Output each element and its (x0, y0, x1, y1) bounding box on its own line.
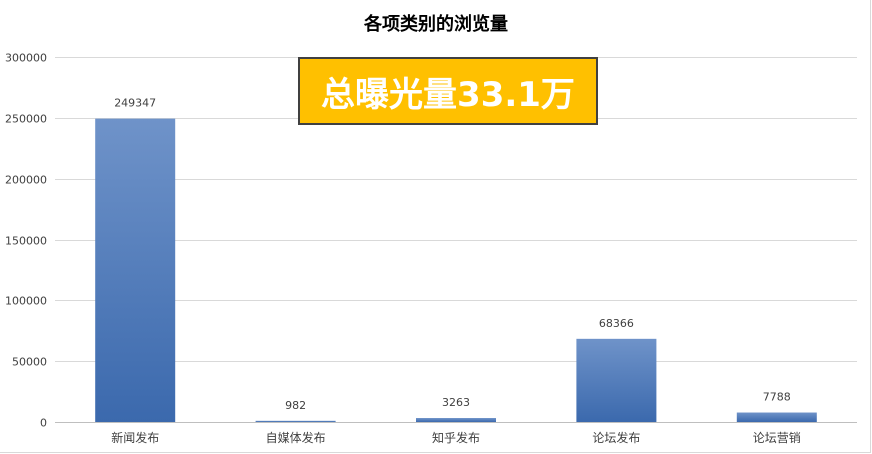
bar (255, 420, 336, 422)
bar (95, 118, 176, 423)
data-label: 7788 (763, 391, 791, 404)
y-tick-label: 250000 (5, 113, 47, 126)
x-category-label: 自媒体发布 (266, 430, 326, 445)
x-category-label: 论坛发布 (592, 430, 640, 445)
data-label: 3263 (442, 396, 470, 409)
data-label: 982 (285, 399, 306, 412)
data-label: 68366 (599, 317, 634, 330)
y-tick-label: 200000 (5, 174, 47, 187)
y-tick-label: 50000 (12, 356, 47, 369)
y-tick-label: 300000 (5, 52, 47, 65)
total-exposure-callout: 总曝光量33.1万 (298, 57, 598, 125)
y-tick-label: 0 (40, 417, 47, 430)
data-label: 249347 (114, 97, 156, 110)
bar (736, 412, 817, 422)
y-tick-label: 100000 (5, 295, 47, 308)
total-exposure-text: 总曝光量33.1万 (321, 74, 575, 115)
y-tick-label: 150000 (5, 235, 47, 248)
x-category-label: 论坛营销 (753, 431, 801, 445)
bar (576, 338, 657, 422)
x-category-label: 新闻发布 (111, 430, 159, 445)
bar (416, 418, 496, 422)
x-category-label: 知乎发布 (432, 430, 480, 445)
